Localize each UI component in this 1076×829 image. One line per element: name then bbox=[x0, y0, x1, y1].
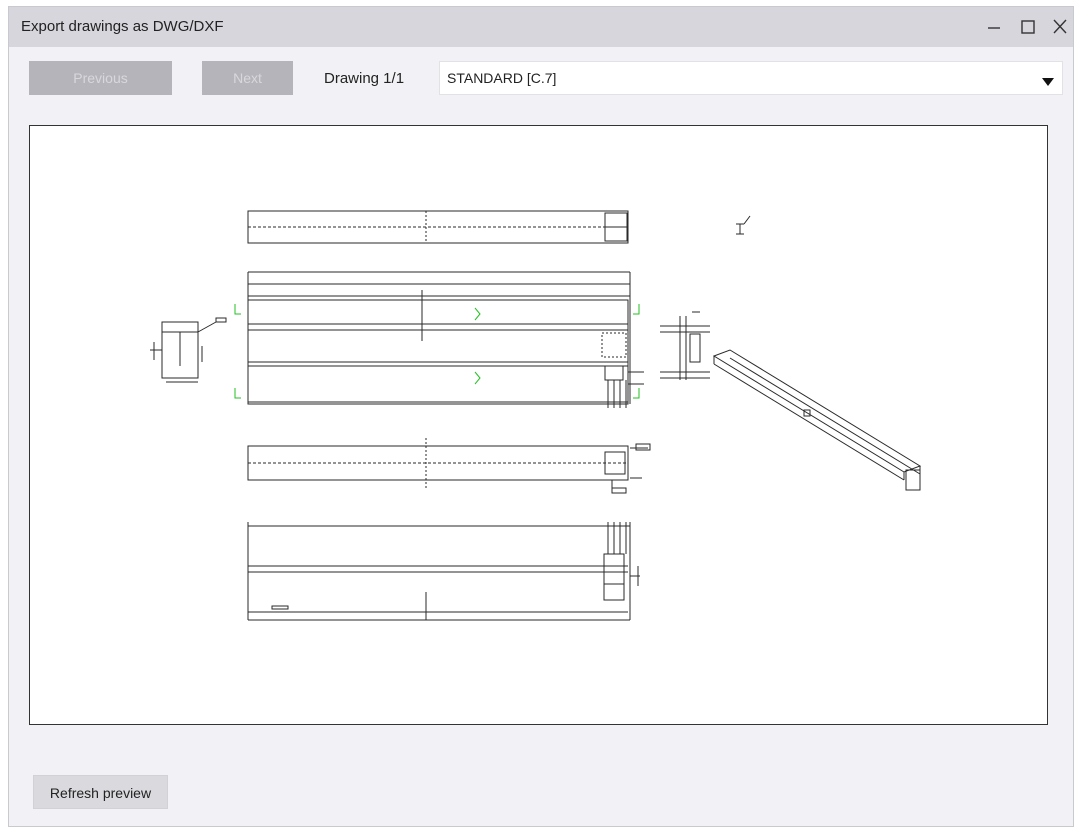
section-view-left bbox=[150, 317, 227, 383]
refresh-preview-button[interactable]: Refresh preview bbox=[33, 775, 168, 809]
beam-top-view bbox=[247, 210, 629, 244]
beam-main-elevation bbox=[247, 271, 644, 408]
drawing-preview-canvas bbox=[150, 210, 922, 621]
chevron-down-icon[interactable] bbox=[1042, 74, 1054, 92]
drawing-select-value: STANDARD [C.7] bbox=[447, 70, 557, 86]
drawing-select[interactable]: STANDARD [C.7] bbox=[439, 61, 1063, 95]
beam-lower-elevation bbox=[247, 522, 640, 621]
next-button[interactable]: Next bbox=[202, 61, 293, 95]
close-icon[interactable] bbox=[1047, 15, 1073, 39]
beam-bottom-view bbox=[247, 438, 651, 494]
export-dialog: Export drawings as DWG/DXF Previous Next… bbox=[8, 6, 1074, 827]
title-bar: Export drawings as DWG/DXF bbox=[9, 7, 1073, 47]
beam-isometric-view bbox=[712, 349, 922, 491]
previous-button[interactable]: Previous bbox=[29, 61, 172, 95]
section-view-right bbox=[660, 311, 710, 380]
green-weld-marks bbox=[234, 304, 640, 399]
dialog-title: Export drawings as DWG/DXF bbox=[21, 18, 224, 35]
minimize-icon[interactable] bbox=[981, 15, 1007, 39]
isometric-axis-icon bbox=[736, 215, 751, 235]
drawing-indicator: Drawing 1/1 bbox=[324, 70, 405, 87]
maximize-icon[interactable] bbox=[1015, 15, 1041, 39]
drawing-preview[interactable] bbox=[29, 125, 1048, 725]
